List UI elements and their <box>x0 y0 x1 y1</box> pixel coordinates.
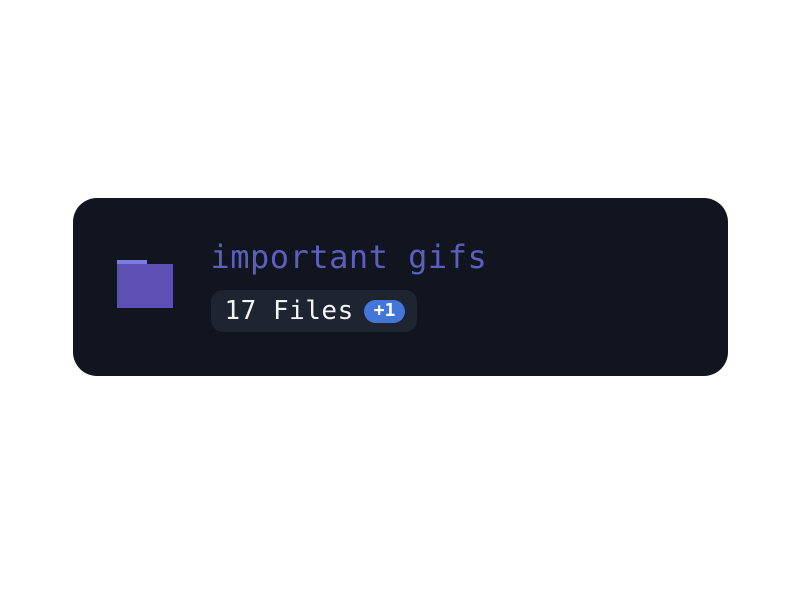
folder-icon <box>117 260 173 310</box>
folder-content: important gifs 17 Files +1 <box>211 238 488 332</box>
folder-card[interactable]: important gifs 17 Files +1 <box>73 198 728 376</box>
folder-name: important gifs <box>211 238 488 276</box>
additional-count-badge: +1 <box>364 300 406 323</box>
file-count-label: 17 Files <box>225 296 354 326</box>
file-count-badge: 17 Files +1 <box>211 290 418 332</box>
